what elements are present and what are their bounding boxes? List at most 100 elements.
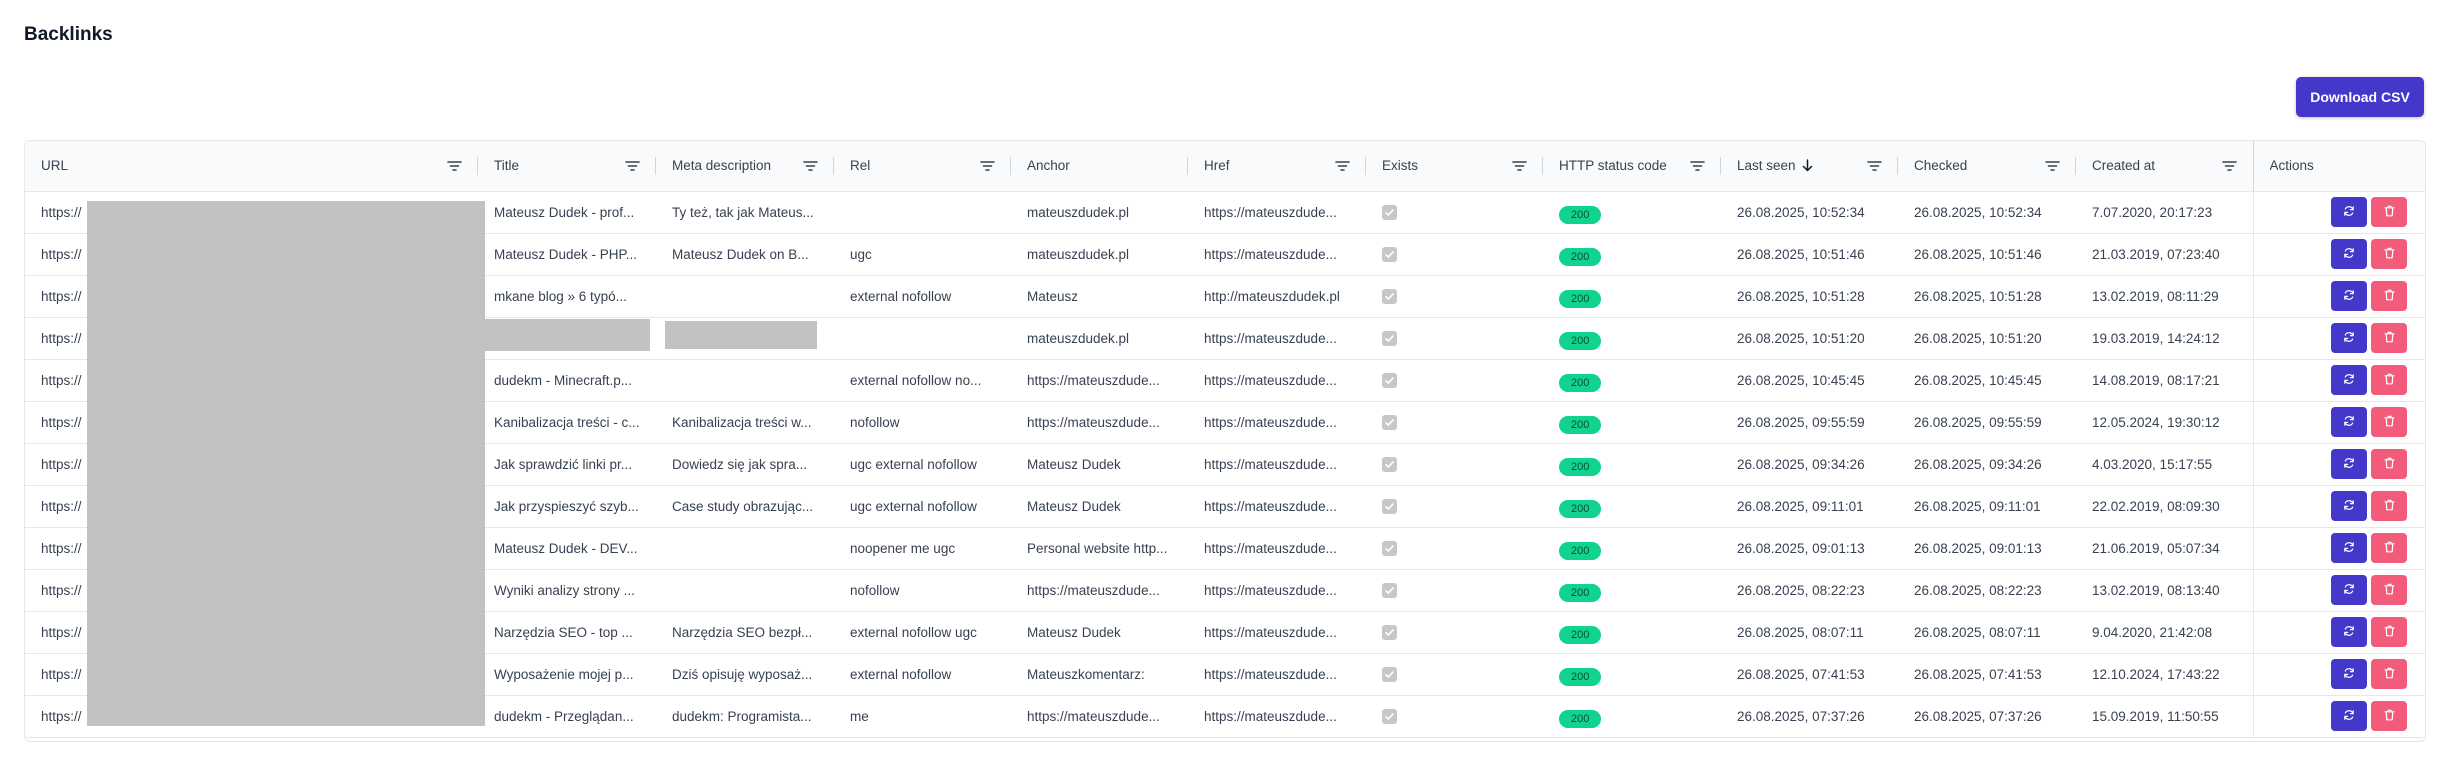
column-header-anchor[interactable]: Anchor <box>1011 141 1188 192</box>
column-header-rel[interactable]: Rel <box>834 141 1011 192</box>
cell-rel: nofollow <box>834 401 1011 444</box>
filter-icon[interactable] <box>980 160 995 172</box>
cell-status: 200 <box>1543 359 1721 402</box>
sort-descending-icon[interactable] <box>1802 159 1813 172</box>
column-header-actions[interactable]: Actions <box>2252 141 2425 192</box>
filter-icon[interactable] <box>1335 160 1350 172</box>
refresh-button[interactable] <box>2331 449 2367 479</box>
refresh-button[interactable] <box>2331 617 2367 647</box>
exists-checkbox <box>1382 330 1397 346</box>
delete-button[interactable] <box>2371 197 2407 227</box>
refresh-icon <box>2343 667 2355 682</box>
delete-button[interactable] <box>2371 659 2407 689</box>
column-header-checked[interactable]: Checked <box>1898 141 2076 192</box>
refresh-button[interactable] <box>2331 659 2367 689</box>
refresh-button[interactable] <box>2331 239 2367 269</box>
cell-anchor: https://mateuszdude... <box>1011 695 1188 738</box>
delete-button[interactable] <box>2371 281 2407 311</box>
cell-title: dudekm - Przeglądan... <box>478 695 656 738</box>
delete-button[interactable] <box>2371 701 2407 731</box>
cell-exists <box>1366 233 1543 276</box>
delete-button[interactable] <box>2371 575 2407 605</box>
delete-button[interactable] <box>2371 533 2407 563</box>
download-csv-button[interactable]: Download CSV <box>2296 77 2424 117</box>
cell-status: 200 <box>1543 653 1721 696</box>
cell-anchor: Personal website http... <box>1011 527 1188 570</box>
status-badge: 200 <box>1559 500 1602 518</box>
delete-button[interactable] <box>2371 407 2407 437</box>
cell-title: Mateusz Dudek - prof... <box>478 191 656 234</box>
cell-anchor: https://mateuszdude... <box>1011 359 1188 402</box>
filter-icon[interactable] <box>2045 160 2060 172</box>
delete-button[interactable] <box>2371 449 2407 479</box>
cell-href: https://mateuszdude... <box>1188 359 1366 402</box>
refresh-button[interactable] <box>2331 575 2367 605</box>
cell-created: 15.09.2019, 11:50:55 <box>2076 695 2253 738</box>
cell-anchor: mateuszdudek.pl <box>1011 191 1188 234</box>
refresh-button[interactable] <box>2331 323 2367 353</box>
cell-actions <box>2252 569 2425 612</box>
cell-anchor: Mateusz <box>1011 275 1188 318</box>
cell-href: http://mateuszdudek.pl <box>1188 275 1366 318</box>
cell-actions <box>2252 695 2425 738</box>
refresh-button[interactable] <box>2331 197 2367 227</box>
delete-button[interactable] <box>2371 491 2407 521</box>
status-badge: 200 <box>1559 458 1602 476</box>
column-header-meta[interactable]: Meta description <box>656 141 834 192</box>
column-header-url[interactable]: URL <box>25 141 478 192</box>
cell-actions <box>2252 317 2425 360</box>
trash-icon <box>2383 289 2395 304</box>
delete-button[interactable] <box>2371 323 2407 353</box>
refresh-button[interactable] <box>2331 365 2367 395</box>
cell-checked: 26.08.2025, 10:52:34 <box>1898 191 2076 234</box>
cell-checked: 26.08.2025, 10:51:28 <box>1898 275 2076 318</box>
column-header-status[interactable]: HTTP status code <box>1543 141 1721 192</box>
column-header-created[interactable]: Created at <box>2076 141 2253 192</box>
filter-icon[interactable] <box>803 160 818 172</box>
cell-exists <box>1366 569 1543 612</box>
cell-exists <box>1366 401 1543 444</box>
column-header-last_seen[interactable]: Last seen <box>1721 141 1898 192</box>
column-header-title[interactable]: Title <box>478 141 656 192</box>
refresh-icon <box>2343 247 2355 262</box>
filter-icon[interactable] <box>2221 160 2237 172</box>
refresh-icon <box>2343 457 2355 472</box>
filter-icon[interactable] <box>1512 160 1527 172</box>
refresh-button[interactable] <box>2331 701 2367 731</box>
filter-icon[interactable] <box>1690 160 1705 172</box>
refresh-icon <box>2343 331 2355 346</box>
cell-href: https://mateuszdude... <box>1188 611 1366 654</box>
filter-icon[interactable] <box>1867 160 1882 172</box>
filter-icon[interactable] <box>447 160 462 172</box>
status-badge: 200 <box>1559 248 1602 266</box>
cell-meta: Mateusz Dudek on B... <box>656 233 834 276</box>
column-label: Actions <box>2269 158 2314 174</box>
column-header-href[interactable]: Href <box>1188 141 1366 192</box>
delete-button[interactable] <box>2371 239 2407 269</box>
exists-checkbox <box>1382 246 1397 262</box>
refresh-button[interactable] <box>2331 491 2367 521</box>
cell-meta: dudekm: Programista... <box>656 695 834 738</box>
cell-actions <box>2252 401 2425 444</box>
delete-button[interactable] <box>2371 365 2407 395</box>
exists-checkbox <box>1382 498 1397 514</box>
refresh-button[interactable] <box>2331 407 2367 437</box>
filter-icon[interactable] <box>625 160 640 172</box>
cell-anchor: mateuszdudek.pl <box>1011 233 1188 276</box>
cell-title: Jak przyspieszyć szyb... <box>478 485 656 528</box>
cell-last-seen: 26.08.2025, 10:45:45 <box>1721 359 1898 402</box>
cell-checked: 26.08.2025, 10:45:45 <box>1898 359 2076 402</box>
refresh-button[interactable] <box>2331 533 2367 563</box>
cell-created: 4.03.2020, 15:17:55 <box>2076 443 2253 486</box>
column-header-exists[interactable]: Exists <box>1366 141 1543 192</box>
status-badge: 200 <box>1559 626 1602 644</box>
exists-checkbox <box>1382 204 1397 220</box>
exists-checkbox <box>1382 414 1397 430</box>
delete-button[interactable] <box>2371 617 2407 647</box>
refresh-button[interactable] <box>2331 281 2367 311</box>
cell-last-seen: 26.08.2025, 09:01:13 <box>1721 527 1898 570</box>
cell-exists <box>1366 611 1543 654</box>
column-label: Created at <box>2092 158 2156 174</box>
cell-status: 200 <box>1543 569 1721 612</box>
exists-checkbox <box>1382 708 1397 724</box>
